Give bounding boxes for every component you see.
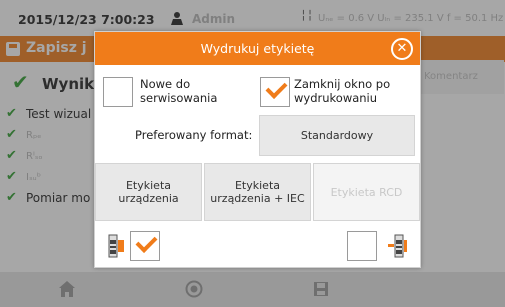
device-label-button[interactable]: Etykieta urządzenia xyxy=(95,163,202,221)
format-label: Preferowany format: xyxy=(135,128,253,142)
right-printer-checkbox[interactable] xyxy=(347,231,377,261)
checkmark-icon xyxy=(135,231,158,253)
rcd-label-text: Etykieta RCD xyxy=(330,185,403,199)
printer-icon xyxy=(388,234,407,258)
format-select-button[interactable]: Standardowy xyxy=(259,115,415,156)
close-after-print-checkbox[interactable] xyxy=(260,77,290,107)
close-after-print-label: Zamknij okno po wydrukowaniu xyxy=(294,77,391,105)
device-iec-label-button[interactable]: Etykieta urządzenia + IEC xyxy=(204,163,311,221)
rcd-label-button: Etykieta RCD xyxy=(313,163,420,221)
close-icon[interactable]: ✕ xyxy=(391,38,413,60)
printer-icon xyxy=(108,234,124,258)
left-printer-checkbox[interactable] xyxy=(130,231,160,261)
dialog-title: Wydrukuj etykietę xyxy=(200,41,315,56)
checkmark-icon xyxy=(265,77,288,99)
dialog-header: Wydrukuj etykietę ✕ xyxy=(95,32,420,65)
new-for-service-checkbox[interactable] xyxy=(103,77,133,107)
new-for-service-label: Nowe do serwisowania xyxy=(140,77,218,105)
device-iec-label-text: Etykieta urządzenia + IEC xyxy=(210,179,305,205)
device-label-text: Etykieta urządzenia xyxy=(118,179,179,205)
print-label-dialog: Wydrukuj etykietę ✕ Nowe do serwisowania… xyxy=(94,31,421,268)
